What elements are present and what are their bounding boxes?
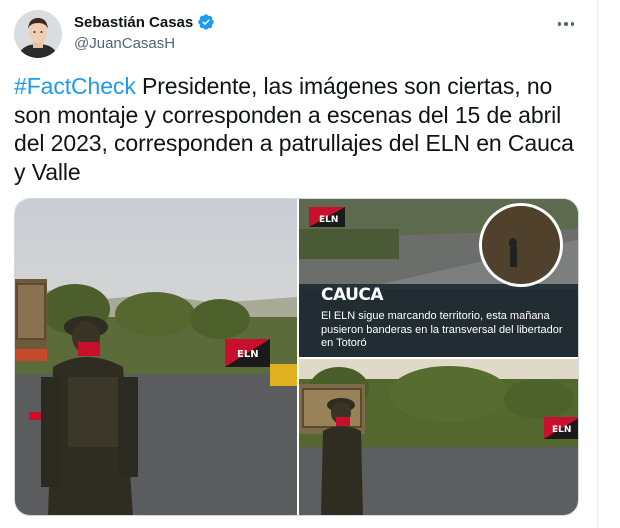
author-handle[interactable]: @JuanCasasH [74, 35, 215, 52]
more-options-icon[interactable] [552, 14, 580, 34]
verified-badge-icon [197, 13, 215, 31]
flag-text-3: ELN [552, 425, 571, 435]
overlay-body: El ELN sigue marcando territorio, esta m… [321, 310, 563, 349]
media-grid: ELN ELN CAUCA El ELN sigue marcando terr… [14, 198, 579, 516]
author-display-name[interactable]: Sebastián Casas [74, 14, 193, 31]
media-image-3[interactable]: ELN [299, 359, 578, 515]
flag-text-1: ELN [237, 349, 259, 360]
tweet-card: Sebastián Casas @JuanCasasH #FactCheck P… [0, 0, 598, 528]
author-names: Sebastián Casas @JuanCasasH [74, 13, 215, 52]
tweet-header: Sebastián Casas @JuanCasasH [14, 10, 584, 58]
media-image-2[interactable]: ELN CAUCA El ELN sigue marcando territor… [299, 199, 578, 357]
overlay-title: CAUCA [321, 285, 384, 305]
avatar[interactable] [14, 10, 62, 58]
hashtag-link[interactable]: #FactCheck [14, 73, 136, 99]
media-image-1[interactable]: ELN [15, 199, 297, 515]
flag-text-2: ELN [319, 215, 338, 225]
tweet-text: #FactCheck Presidente, las imágenes son … [14, 72, 584, 186]
sidebar-divider [598, 0, 620, 528]
